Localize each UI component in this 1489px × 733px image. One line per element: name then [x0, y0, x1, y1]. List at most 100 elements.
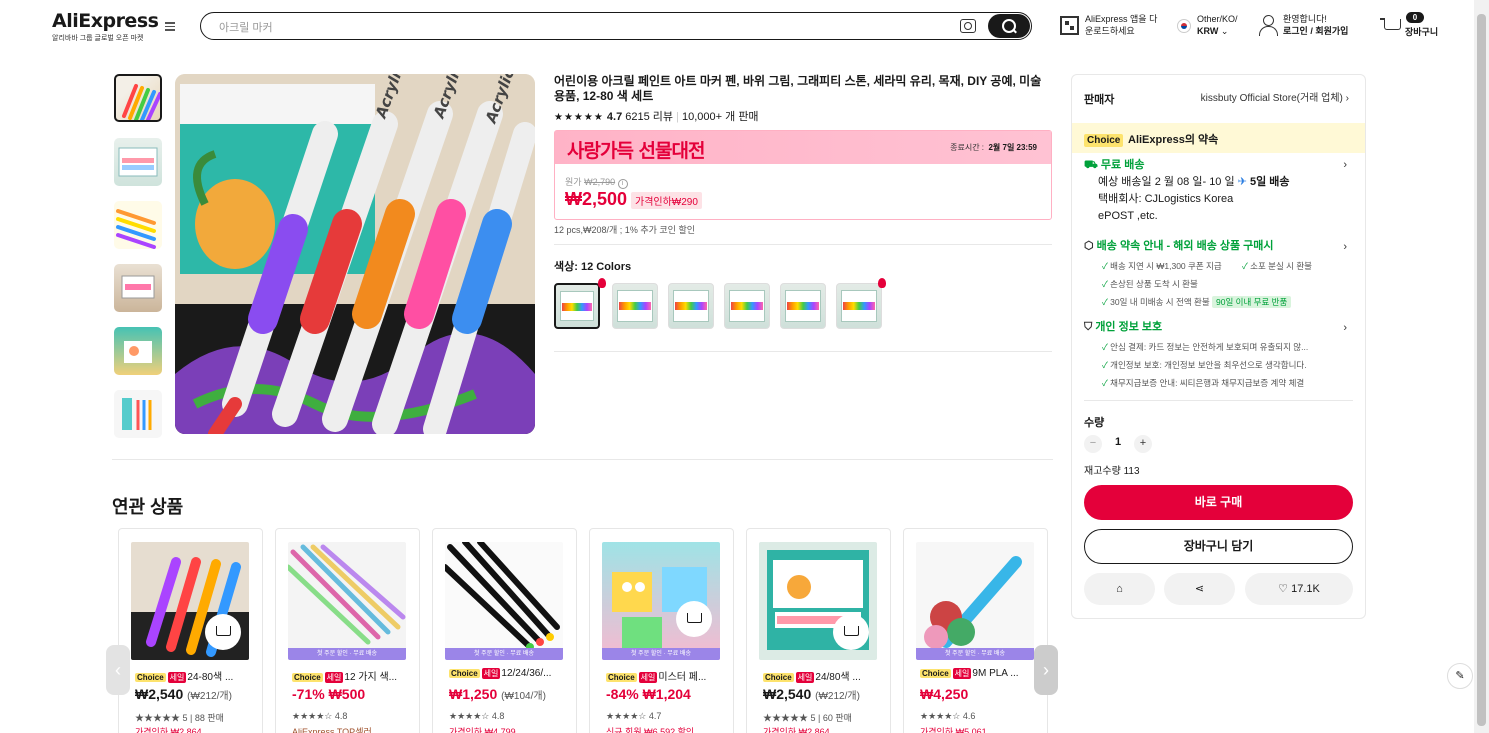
cart-icon[interactable]	[1380, 16, 1402, 36]
related-product-card[interactable]: Choice 세일 24/80색 ... ₩2,540 (₩212/개) ★★★★★…	[746, 528, 891, 733]
star-icons: ★★★★☆	[920, 711, 961, 721]
thumbnail-2[interactable]	[114, 138, 162, 186]
color-label: 색상: 12 Colors	[554, 261, 632, 273]
privacy-header[interactable]: ⛉ 개인 정보 보호	[1084, 319, 1162, 336]
scrollbar-thumb[interactable]	[1477, 14, 1486, 726]
guarantee-item: 30일 내 미배송 시 전액 환불 90일 이내 무료 반품	[1102, 296, 1292, 308]
thumbnail-5[interactable]	[114, 327, 162, 375]
edit-icon[interactable]: ✎	[1447, 663, 1473, 689]
sale-badge: 세일	[952, 668, 972, 679]
search-bar: 아크릴 마커	[200, 12, 1032, 40]
product-title-text: 미스터 페...	[658, 672, 707, 683]
product-title: Choice 세일 24-80색 ...	[135, 668, 250, 683]
menu-icon[interactable]	[163, 20, 177, 34]
color-option-1[interactable]	[554, 283, 600, 329]
thumbnail-1[interactable]	[114, 74, 162, 122]
privacy-item: 안심 결제: 카드 정보는 안전하게 보호되며 유출되지 않...	[1102, 341, 1308, 353]
quantity-increase-button[interactable]: +	[1134, 435, 1152, 453]
add-to-cart-icon[interactable]	[205, 614, 241, 650]
related-product-card[interactable]: Choice 세일 24-80색 ... ₩2,540 (₩212/개) ★★★★★…	[118, 528, 263, 733]
chevron-right-icon[interactable]: ›	[1343, 159, 1347, 171]
thumbnail-4[interactable]	[114, 264, 162, 312]
chevron-right-icon[interactable]: ›	[1343, 322, 1347, 334]
product-image[interactable]: 첫 주문 할인 · 무료 배송	[288, 542, 406, 660]
buy-now-button[interactable]: 바로 구매	[1084, 485, 1353, 520]
choice-badge: Choice	[606, 673, 637, 682]
discount-tag: 가격인하₩290	[631, 192, 702, 209]
cart-count-badge: 0	[1406, 12, 1424, 23]
store-button[interactable]: ⌂	[1084, 573, 1155, 605]
promo-time-value: 2월 7일 23:59	[988, 143, 1037, 152]
image-search-icon[interactable]	[960, 19, 976, 33]
product-image[interactable]: 첫 주문 할인 · 무료 배송	[916, 542, 1034, 660]
search-input[interactable]: 아크릴 마커	[219, 19, 273, 35]
carousel-prev-button[interactable]: ‹	[106, 645, 130, 695]
related-product-card[interactable]: 첫 주문 할인 · 무료 배송 Choice 세일 12 가지 색... -71% …	[275, 528, 420, 733]
related-product-card[interactable]: 첫 주문 할인 · 무료 배송 Choice 세일 12/24/36/... ₩1,…	[432, 528, 577, 733]
sale-badge: 세일	[795, 672, 815, 683]
product-title-text: 9M PLA ...	[972, 668, 1019, 679]
hot-icon	[598, 278, 606, 288]
aliexpress-logo[interactable]: AliExpress	[52, 10, 159, 32]
carrier-line1: 택배회사: CJLogistics Korea	[1098, 193, 1234, 205]
product-price: -84% ₩1,204	[606, 686, 691, 702]
delivery-guarantee-header[interactable]: ⬡ 배송 약속 안내 - 해외 배송 상품 구매시	[1084, 238, 1274, 255]
review-count[interactable]: 6215 리뷰	[625, 111, 673, 123]
main-product-image[interactable]: Acrylic Acrylic Acrylic	[175, 74, 535, 434]
cart-label[interactable]: 장바구니	[1405, 26, 1438, 38]
shipping-section[interactable]: ⛟ 무료 배송 예상 배송일 2 월 08 일- 10 일 ✈ 5일 배송 택배…	[1084, 157, 1290, 225]
wishlist-button[interactable]: ♡ 17.1K	[1245, 573, 1353, 605]
carousel-next-button[interactable]: ›	[1034, 645, 1058, 695]
share-icon: ⋖	[1194, 583, 1205, 595]
locale-line1: Other/KO/	[1197, 14, 1238, 24]
color-option-6[interactable]	[836, 283, 882, 329]
color-option-3[interactable]	[668, 283, 714, 329]
product-image[interactable]: 첫 주문 할인 · 무료 배송	[445, 542, 563, 660]
original-price: ₩2,790	[584, 177, 616, 187]
quantity-decrease-button[interactable]: −	[1084, 435, 1102, 453]
locale-selector[interactable]: Other/KO/ KRW ⌄	[1197, 13, 1238, 37]
account-menu[interactable]: 환영합니다! 로그인 / 회원가입	[1283, 13, 1348, 37]
star-rating-icon: ★★★★★	[554, 112, 604, 123]
rating-row[interactable]: ★★★★★ 4.7 6215 리뷰 | 10,000+ 개 판매	[554, 108, 759, 124]
aliexpress-promise-banner: Choice AliExpress의 약속	[1072, 123, 1365, 153]
scrollbar[interactable]	[1474, 0, 1489, 733]
color-option-2[interactable]	[612, 283, 658, 329]
quantity-label: 수량	[1084, 417, 1105, 429]
product-price: ₩2,540 (₩212/개)	[763, 686, 860, 702]
promo-banner: 첫 주문 할인 · 무료 배송	[916, 648, 1034, 660]
privacy-label: 개인 정보 보호	[1095, 321, 1163, 333]
user-icon[interactable]	[1258, 14, 1278, 36]
related-product-card[interactable]: 첫 주문 할인 · 무료 배송 Choice 세일 9M PLA ... ₩4,25…	[903, 528, 1048, 733]
thumbnail-6[interactable]	[114, 390, 162, 438]
add-to-cart-icon[interactable]	[676, 601, 712, 637]
add-to-cart-icon[interactable]	[833, 614, 869, 650]
thumbnail-3[interactable]	[114, 201, 162, 249]
app-download-link[interactable]: AliExpress 앱을 다 운로드하세요	[1085, 13, 1157, 37]
product-extra: 신규 회원 ₩6,592 할인	[606, 727, 695, 733]
quantity-value[interactable]: 1	[1115, 436, 1121, 448]
original-price-label: 원가	[565, 177, 582, 187]
divider	[554, 351, 1052, 352]
sale-badge: 세일	[481, 668, 501, 679]
free-return-tag: 90일 이내 무료 반품	[1212, 296, 1292, 308]
search-button[interactable]	[988, 14, 1030, 38]
related-product-card[interactable]: 첫 주문 할인 · 무료 배송 Choice 세일 미스터 페... -84% ₩1…	[589, 528, 734, 733]
share-button[interactable]: ⋖	[1164, 573, 1235, 605]
qr-code-icon[interactable]	[1060, 16, 1079, 35]
info-icon[interactable]: i	[617, 179, 628, 189]
color-option-5[interactable]	[780, 283, 826, 329]
guarantee-label: 배송 약속 안내 - 해외 배송 상품 구매시	[1096, 240, 1274, 252]
seller-store-link[interactable]: kissbuty Official Store(거래 업체) ›	[1201, 89, 1349, 104]
product-price: -71% ₩500	[292, 686, 366, 702]
login-link[interactable]: 로그인 / 회원가입	[1283, 26, 1348, 36]
seller-label: 판매자	[1084, 94, 1115, 106]
sale-badge: 세일	[324, 672, 344, 683]
product-image[interactable]: 첫 주문 할인 · 무료 배송	[602, 542, 720, 660]
product-rating: ★★★★☆ 4.6	[920, 711, 975, 722]
color-option-4[interactable]	[724, 283, 770, 329]
star-icons: ★★★★★	[135, 713, 181, 723]
sale-badge: 세일	[167, 672, 187, 683]
chevron-right-icon[interactable]: ›	[1343, 241, 1347, 253]
add-to-cart-button[interactable]: 장바구니 담기	[1084, 529, 1353, 564]
